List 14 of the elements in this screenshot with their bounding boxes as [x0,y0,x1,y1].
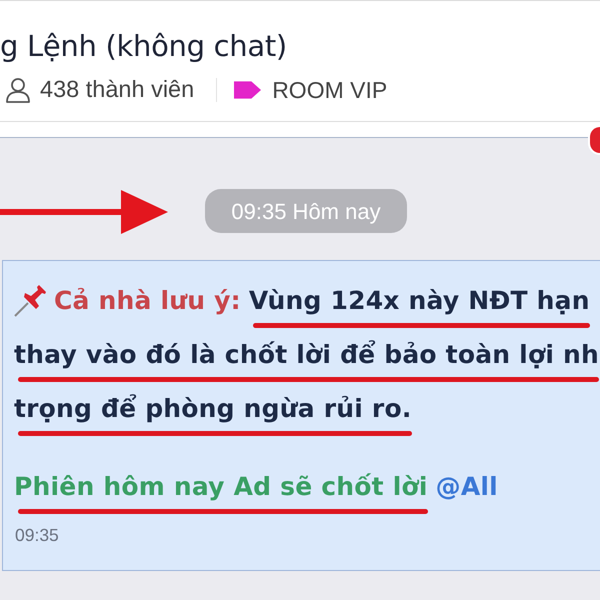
group-title: g Lệnh (không chat) [0,28,288,65]
message-text: thay vào đó là chốt lời để bảo toàn lợi nh [14,340,599,370]
member-count: 438 thành viên [40,75,194,104]
message-text: Cả nhà lưu ý: [54,286,241,316]
mention-link[interactable]: @All [436,472,498,502]
message-text: trọng để phòng ngừa rủi ro. [14,394,412,424]
message-time: 09:35 [15,525,59,545]
pushpin-icon [14,285,48,317]
message-text: Vùng 124x này NĐT hạn [248,286,590,316]
date-divider: 09:35 Hôm nay [205,189,407,233]
tag-icon [234,81,262,99]
person-icon [5,77,31,103]
message-text: Phiên hôm nay Ad sẽ chốt lời [14,472,428,502]
room-tag: ROOM VIP [272,72,388,108]
